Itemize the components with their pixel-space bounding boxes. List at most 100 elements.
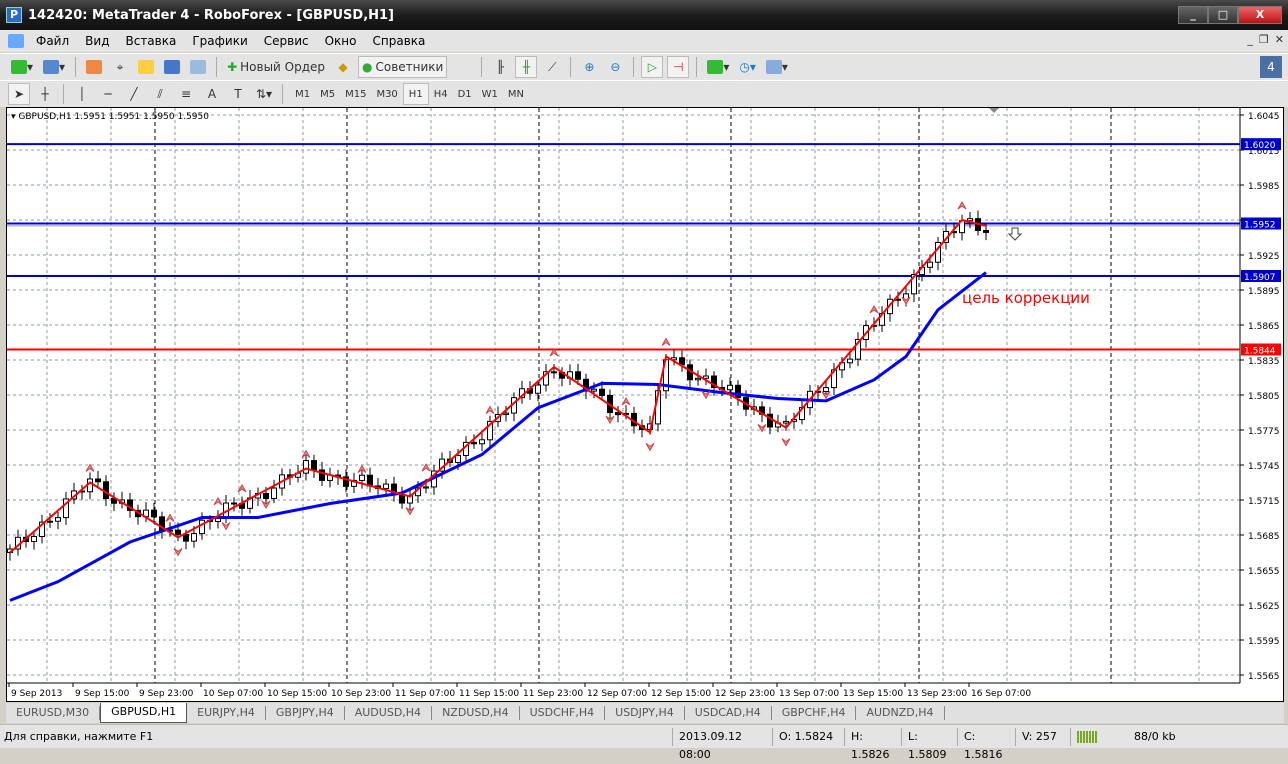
fractal-up-icon [621,397,631,406]
candle-body [199,519,205,535]
price-tick-label: 1.5775 [1248,427,1280,437]
candle-body [895,298,901,301]
periods-button[interactable]: ◷▾ [736,56,759,78]
menu-item[interactable]: Справка [365,34,434,48]
line-chart-button[interactable]: ⟋ [541,56,563,78]
new-order-button[interactable]: ✚ Новый Ордер [224,56,328,78]
chart-tab[interactable]: AUDNZD,H4 [856,706,945,720]
vertical-line-icon[interactable]: │ [71,83,93,105]
price-tick-label: 1.5745 [1248,462,1280,472]
candle-body [927,261,933,268]
maximize-button[interactable]: □ [1208,6,1238,24]
menu-item[interactable]: Сервис [256,34,317,48]
chart-tab[interactable]: GBPUSD,H1 [100,703,188,723]
menu-item[interactable]: Вставка [117,34,184,48]
zoom-in-icon[interactable]: ⊕ [578,56,600,78]
autoscroll-button[interactable]: ▷ [641,56,664,78]
minimize-button[interactable]: _ [1178,6,1208,24]
menu-item[interactable]: Файл [28,34,77,48]
timeframe-w1[interactable]: W1 [477,83,503,105]
menu-item[interactable]: Окно [317,34,365,48]
notifications-button[interactable]: 4 [1260,56,1282,78]
candle-body [151,509,157,518]
candle-body [679,357,685,366]
zoom-out-icon[interactable]: ⊖ [604,56,626,78]
chart-tab[interactable]: GBPJPY,H4 [266,706,345,720]
data-window-crosshair-button[interactable]: ⌖ [109,56,131,78]
chart-shift-button[interactable]: ⊣ [667,56,690,78]
window-title: 142420: MetaTrader 4 - RoboForex - [GBPU… [28,7,394,23]
price-tick-label: 1.5865 [1248,322,1280,332]
navigator-button[interactable] [135,56,157,78]
profiles-button[interactable]: ▾ [40,56,68,78]
arrows-icon[interactable]: ⇅▾ [253,83,275,105]
time-label: 12 Sep 23:00 [715,689,775,699]
timeframe-mn[interactable]: MN [503,83,529,105]
candle-body [271,487,277,499]
time-label: 12 Sep 07:00 [587,689,647,699]
timeframe-h4[interactable]: H4 [429,83,453,105]
new-chart-button[interactable]: ▾ [8,56,36,78]
market-watch-button[interactable] [83,56,105,78]
chart-tab[interactable]: EURJPY,H4 [187,706,266,720]
fractal-up-icon [661,337,671,346]
candle-body [983,229,989,233]
chart-tab[interactable]: USDJPY,H4 [605,706,685,720]
menu-item[interactable]: Графики [184,34,255,48]
chart-tab[interactable]: AUDUSD,H4 [345,706,433,720]
bar-chart-button[interactable]: ╟ [489,56,511,78]
candle-body [231,502,237,505]
fractal-down-icon [221,522,231,531]
chart-tab[interactable]: GBPCHF,H4 [772,706,857,720]
candle-body [703,375,709,379]
chart-tab[interactable]: EURUSD,M30 [6,706,101,720]
crosshair-icon[interactable]: ┼ [34,83,56,105]
level-price-label: 1.5907 [1244,273,1276,283]
timeframe-m5[interactable]: M5 [315,83,340,105]
chart-tab[interactable]: USDCAD,H4 [685,706,772,720]
chart-tab[interactable]: NZDUSD,H4 [432,706,520,720]
price-tick-label: 1.5985 [1248,182,1280,192]
indicators-button[interactable]: ▾ [704,56,732,78]
strategy-tester-button[interactable] [187,56,209,78]
timeframe-m1[interactable]: M1 [290,83,315,105]
horizontal-line-icon[interactable]: ─ [97,83,119,105]
fractal-up-icon [869,304,879,314]
timeframe-m15[interactable]: M15 [340,83,371,105]
time-label: 16 Sep 07:00 [971,689,1031,699]
price-chart[interactable]: 1.60451.60151.59851.59551.59251.58951.58… [7,108,1283,701]
status-volume: V: 257 [1015,727,1070,746]
trendline-icon[interactable]: ╱ [123,83,145,105]
time-label: 13 Sep 15:00 [843,689,903,699]
text-icon[interactable]: A [201,83,223,105]
chart-tab[interactable]: USDCHF,H4 [520,706,606,720]
zigzag-line [9,218,987,554]
fibonacci-icon[interactable]: ≡ [175,83,197,105]
templates-button[interactable]: ▾ [763,56,791,78]
chart-window[interactable]: 1.60451.60151.59851.59551.59251.58951.58… [6,107,1284,702]
advisor-icon: ● [362,60,373,74]
candle-body [55,517,61,522]
mdi-close-button[interactable]: ✕ [1275,33,1284,46]
candle-body [399,494,405,504]
mdi-restore-button[interactable]: ❐ [1259,33,1269,46]
timeframe-d1[interactable]: D1 [453,83,477,105]
expert-advisors-button[interactable]: ● Советники [358,56,448,78]
time-label: 11 Sep 07:00 [395,689,455,699]
candle-body [311,460,317,471]
annotation-text[interactable]: цель коррекции [962,289,1090,307]
warning-icon[interactable]: ◆ [332,56,354,78]
timeframe-h1[interactable]: H1 [402,83,429,105]
menu-item[interactable]: Вид [77,34,117,48]
timeframe-m30[interactable]: M30 [371,83,402,105]
price-tick-label: 1.5685 [1248,532,1280,542]
equidistant-channel-icon[interactable]: ⫽ [149,83,171,105]
candle-body [535,384,541,394]
candlestick-button[interactable]: ╫ [515,56,538,78]
text-label-icon[interactable]: T [227,83,249,105]
terminal-button[interactable] [161,56,183,78]
close-button[interactable]: X [1238,6,1282,24]
mdi-minimize-button[interactable]: _ [1247,33,1253,46]
cursor-icon[interactable]: ➤ [8,83,30,105]
fractal-up-icon [957,200,967,210]
